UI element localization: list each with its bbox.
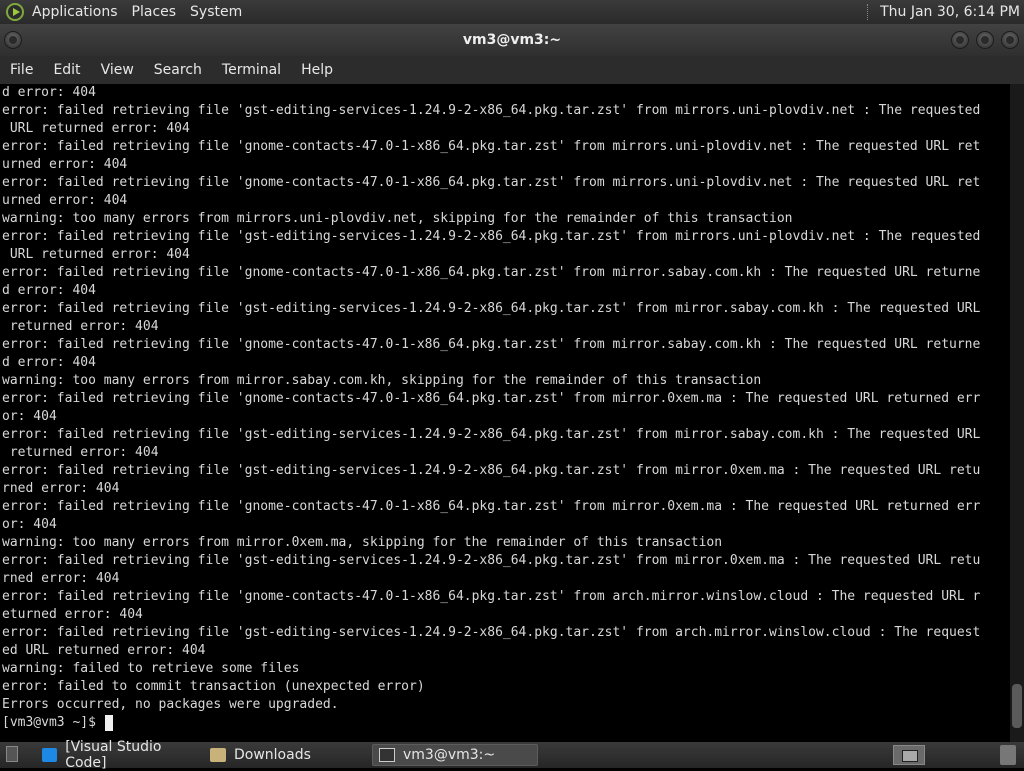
terminal-line: eturned error: 404 (2, 607, 143, 622)
terminal-line: d error: 404 (2, 355, 96, 370)
menu-terminal[interactable]: Terminal (212, 62, 291, 78)
shell-prompt-line[interactable]: [vm3@vm3 ~]$ (2, 714, 1010, 732)
applications-menu[interactable]: Applications (32, 4, 118, 20)
folder-icon (210, 748, 226, 762)
terminal-line: warning: failed to retrieve some files (2, 661, 300, 676)
task-label: [Visual Studio Code] (65, 739, 162, 771)
workspace-switcher[interactable] (893, 745, 925, 765)
terminal-line: error: failed retrieving file 'gst-editi… (2, 301, 981, 316)
terminal-line: error: failed retrieving file 'gst-editi… (2, 625, 981, 640)
panel-tray: Thu Jan 30, 6:14 PM (867, 0, 1020, 24)
vscode-icon (42, 748, 58, 762)
panel-menu: Applications Places System (6, 0, 256, 24)
terminal-line: error: failed retrieving file 'gst-editi… (2, 553, 981, 568)
distro-logo-icon[interactable] (6, 3, 24, 21)
terminal-line: error: failed retrieving file 'gnome-con… (2, 589, 981, 604)
window-title: vm3@vm3:~ (462, 32, 562, 48)
terminal-line: ed URL returned error: 404 (2, 643, 206, 658)
terminal-line: error: failed retrieving file 'gst-editi… (2, 427, 981, 442)
menu-help[interactable]: Help (291, 62, 343, 78)
window-titlebar[interactable]: vm3@vm3:~ (0, 24, 1024, 56)
menu-edit[interactable]: Edit (43, 62, 90, 78)
terminal-line: rned error: 404 (2, 571, 120, 586)
terminal-line: rned error: 404 (2, 481, 120, 496)
terminal-line: error: failed retrieving file 'gnome-con… (2, 139, 981, 154)
close-icon[interactable] (1001, 31, 1019, 49)
places-menu[interactable]: Places (132, 4, 177, 20)
terminal-line: or: 404 (2, 517, 57, 532)
minimize-icon[interactable] (951, 31, 969, 49)
menu-view[interactable]: View (91, 62, 144, 78)
terminal-line: error: failed retrieving file 'gst-editi… (2, 463, 981, 478)
terminal-line: Errors occurred, no packages were upgrad… (2, 697, 339, 712)
terminal-line: error: failed retrieving file 'gst-editi… (2, 229, 981, 244)
terminal-output[interactable]: d error: 404 error: failed retrieving fil… (0, 84, 1010, 742)
show-desktop-icon[interactable] (6, 746, 18, 762)
tray-separator (867, 4, 870, 20)
terminal-line: URL returned error: 404 (2, 121, 190, 136)
terminal-scrollbar[interactable] (1010, 84, 1024, 742)
task-terminal[interactable]: vm3@vm3:~ (372, 744, 538, 766)
terminal-line: or: 404 (2, 409, 57, 424)
task-visual-studio-code[interactable]: [Visual Studio Code] (36, 739, 200, 771)
terminal-line: d error: 404 (2, 283, 96, 298)
terminal-line: error: failed retrieving file 'gnome-con… (2, 175, 981, 190)
terminal-line: warning: too many errors from mirror.0xe… (2, 535, 723, 550)
trash-icon[interactable] (1000, 745, 1016, 765)
system-menu[interactable]: System (190, 4, 242, 20)
terminal-line: warning: too many errors from mirror.sab… (2, 373, 762, 388)
text-cursor (104, 715, 113, 731)
terminal-line: returned error: 404 (2, 445, 159, 460)
terminal-menubar: File Edit View Search Terminal Help (0, 56, 1024, 84)
top-panel: Applications Places System Thu Jan 30, 6… (0, 0, 1024, 24)
terminal-text: d error: 404 error: failed retrieving fil… (0, 84, 1010, 732)
terminal-line: error: failed retrieving file 'gnome-con… (2, 337, 981, 352)
maximize-icon[interactable] (976, 31, 994, 49)
clock[interactable]: Thu Jan 30, 6:14 PM (880, 4, 1020, 20)
terminal-line: URL returned error: 404 (2, 247, 190, 262)
terminal-line: error: failed retrieving file 'gst-editi… (2, 103, 981, 118)
terminal-line: urned error: 404 (2, 157, 128, 172)
task-label: vm3@vm3:~ (403, 747, 496, 763)
task-downloads[interactable]: Downloads (204, 744, 368, 766)
shell-prompt: [vm3@vm3 ~]$ (2, 715, 104, 730)
terminal-line: error: failed retrieving file 'gnome-con… (2, 265, 981, 280)
terminal-icon (379, 748, 395, 762)
terminal-line: urned error: 404 (2, 193, 128, 208)
terminal-line: error: failed retrieving file 'gnome-con… (2, 391, 981, 406)
terminal-line: error: failed retrieving file 'gnome-con… (2, 499, 981, 514)
task-label: Downloads (234, 747, 311, 763)
bottom-taskbar: [Visual Studio Code] Downloads vm3@vm3:~ (0, 739, 1024, 771)
terminal-line: returned error: 404 (2, 319, 159, 334)
terminal-line: error: failed to commit transaction (une… (2, 679, 425, 694)
menu-file[interactable]: File (0, 62, 43, 78)
terminal-line: warning: too many errors from mirrors.un… (2, 211, 793, 226)
terminal-line: d error: 404 (2, 85, 96, 100)
menu-search[interactable]: Search (144, 62, 212, 78)
scrollbar-thumb[interactable] (1012, 684, 1022, 728)
